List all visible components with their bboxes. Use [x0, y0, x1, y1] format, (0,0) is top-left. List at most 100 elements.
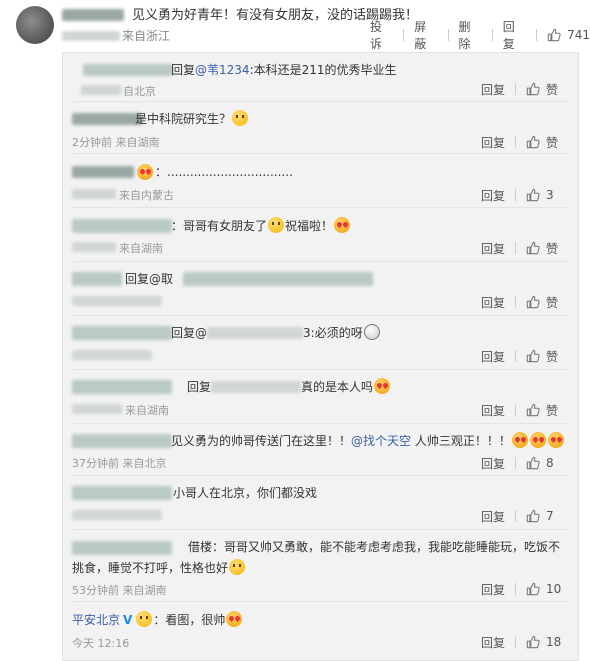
reply-item: 平安北京 V ：看图，很帅 今天 12:16 回复 18 [63, 604, 578, 660]
divider [515, 242, 516, 254]
reply-text: 小哥人在北京，你们都没戏 [173, 486, 318, 500]
mention-blurred [211, 381, 302, 393]
reply-meta: 今天 12:16 [72, 637, 130, 650]
like-count[interactable]: 3 [546, 188, 568, 202]
timestamp-blurred [62, 31, 120, 41]
reply-item: 小哥人在北京，你们都没戏 回复 7 [63, 478, 578, 530]
reply-username-blurred[interactable] [72, 219, 172, 233]
mention-link[interactable]: @找个天空 [351, 434, 411, 448]
avatar[interactable] [16, 6, 54, 44]
thumbs-up-icon[interactable] [526, 135, 540, 149]
divider [515, 189, 516, 201]
reply-meta: 2分钟前 来自湖南 [72, 136, 160, 149]
reply-text: ：................................. [155, 165, 293, 179]
thumbs-up-icon[interactable] [526, 403, 540, 417]
emoji-icon [363, 324, 380, 340]
divider [515, 350, 516, 362]
divider [73, 423, 568, 424]
thumbs-up-icon[interactable] [526, 295, 540, 309]
like-count[interactable]: 7 [546, 509, 568, 523]
reply-button[interactable]: 回复 [481, 455, 515, 472]
reply-username-blurred[interactable] [72, 166, 134, 178]
thumbs-up-icon[interactable] [526, 349, 540, 363]
mention-link[interactable]: @苇1234 [195, 63, 250, 77]
reply-username-blurred[interactable] [72, 272, 122, 286]
username-blurred[interactable] [62, 9, 124, 21]
emoji-icon [137, 164, 153, 180]
thumbs-up-icon[interactable] [526, 456, 540, 470]
reply-button[interactable]: 回复 [481, 581, 515, 598]
heart-eyes-emoji-icon [547, 432, 564, 448]
reply-item: 回复@ 3:必须的呀 回复 赞 [63, 318, 578, 370]
smile-emoji-icon [229, 559, 246, 575]
meta-blurred [72, 404, 122, 414]
reply-item: 见义勇为的帅哥传送门在这里！！@找个天空 人帅三观正！！！ 37分钟前 来自北京… [63, 426, 578, 476]
like-count[interactable]: 赞 [546, 81, 568, 98]
reply-button[interactable]: 回复 [481, 134, 515, 151]
thumbs-up-icon[interactable] [526, 582, 540, 596]
emoji-icon [136, 611, 153, 627]
thumbs-up-icon[interactable] [526, 241, 540, 255]
like-count[interactable]: 赞 [546, 294, 568, 311]
reply-username-blurred[interactable] [72, 486, 172, 500]
reply-actions: 回复 赞 [481, 294, 568, 310]
thumbs-up-icon[interactable] [526, 188, 540, 202]
main-comment-actions: 投诉 屏蔽 删除 回复 741 [360, 20, 590, 51]
like-count[interactable]: 赞 [546, 348, 568, 365]
reply-meta: 53分钟前 来自湖南 [72, 584, 167, 597]
divider [515, 136, 516, 148]
thumbs-up-icon[interactable] [526, 635, 540, 649]
reply-button[interactable]: 回复 [481, 294, 515, 311]
reply-item: 借楼：哥哥又帅又勇敢，能不能考虑考虑我，我能吃能睡能玩，吃饭不 挑食，睡觉不打呼… [63, 532, 578, 602]
meta-blurred [72, 189, 116, 199]
reply-button[interactable]: 回复 [481, 81, 515, 98]
divider [515, 583, 516, 595]
reply-username-blurred[interactable] [72, 113, 142, 125]
reply-button[interactable]: 回复 [481, 402, 515, 419]
divider [73, 261, 568, 262]
reply-actions: 回复 8 [481, 455, 568, 471]
divider [73, 601, 568, 602]
reply-username-blurred[interactable] [72, 380, 172, 394]
reply-meta: 来自内蒙古 [119, 189, 174, 202]
reply-username-blurred[interactable] [72, 326, 172, 340]
reply-button[interactable]: 回复 [481, 348, 515, 365]
reply-username[interactable]: 平安北京 [72, 613, 120, 627]
smile-emoji-icon [232, 110, 249, 126]
reply-text: 回复@ 3:必须的呀 [171, 324, 381, 341]
thumbs-up-icon[interactable] [526, 509, 540, 523]
reply-text-line2: 挑食，睡觉不打呼，性格也好 [72, 559, 246, 576]
divider [515, 510, 516, 522]
like-count[interactable]: 赞 [546, 402, 568, 419]
like-count[interactable]: 8 [546, 456, 568, 470]
like-count[interactable]: 18 [546, 635, 568, 649]
like-count[interactable]: 赞 [546, 240, 568, 257]
reply-username-blurred[interactable] [83, 64, 173, 76]
reply-actions: 回复 18 [481, 634, 568, 650]
divider [515, 404, 516, 416]
reply-meta: 自北京 [123, 85, 156, 98]
report-button[interactable]: 投诉 [360, 18, 403, 52]
like-button[interactable]: 741 [537, 28, 590, 42]
delete-button[interactable]: 删除 [449, 18, 492, 52]
reply-button[interactable]: 回复 [493, 18, 536, 52]
reply-button[interactable]: 回复 [481, 240, 515, 257]
meta-blurred [81, 85, 121, 95]
reply-text: 平安北京 V ：看图，很帅 [72, 611, 243, 628]
reply-text: ：哥哥有女朋友了 祝福啦！ [171, 217, 351, 234]
thumbs-up-icon[interactable] [526, 82, 540, 96]
reply-button[interactable]: 回复 [481, 508, 515, 525]
reply-username-blurred[interactable] [72, 434, 172, 448]
like-count[interactable]: 10 [546, 582, 568, 596]
like-count[interactable]: 赞 [546, 134, 568, 151]
reply-button[interactable]: 回复 [481, 634, 515, 651]
reply-username-blurred[interactable] [72, 541, 172, 555]
block-button[interactable]: 屏蔽 [404, 18, 447, 52]
meta-blurred [72, 350, 152, 360]
reply-button[interactable]: 回复 [481, 187, 515, 204]
reply-meta: 37分钟前 来自北京 [72, 457, 167, 470]
reply-text: 见义勇为的帅哥传送门在这里！！@找个天空 人帅三观正！！！ [171, 432, 565, 449]
divider [73, 529, 568, 530]
like-count: 741 [567, 28, 590, 42]
reply-actions: 回复 赞 [481, 240, 568, 256]
